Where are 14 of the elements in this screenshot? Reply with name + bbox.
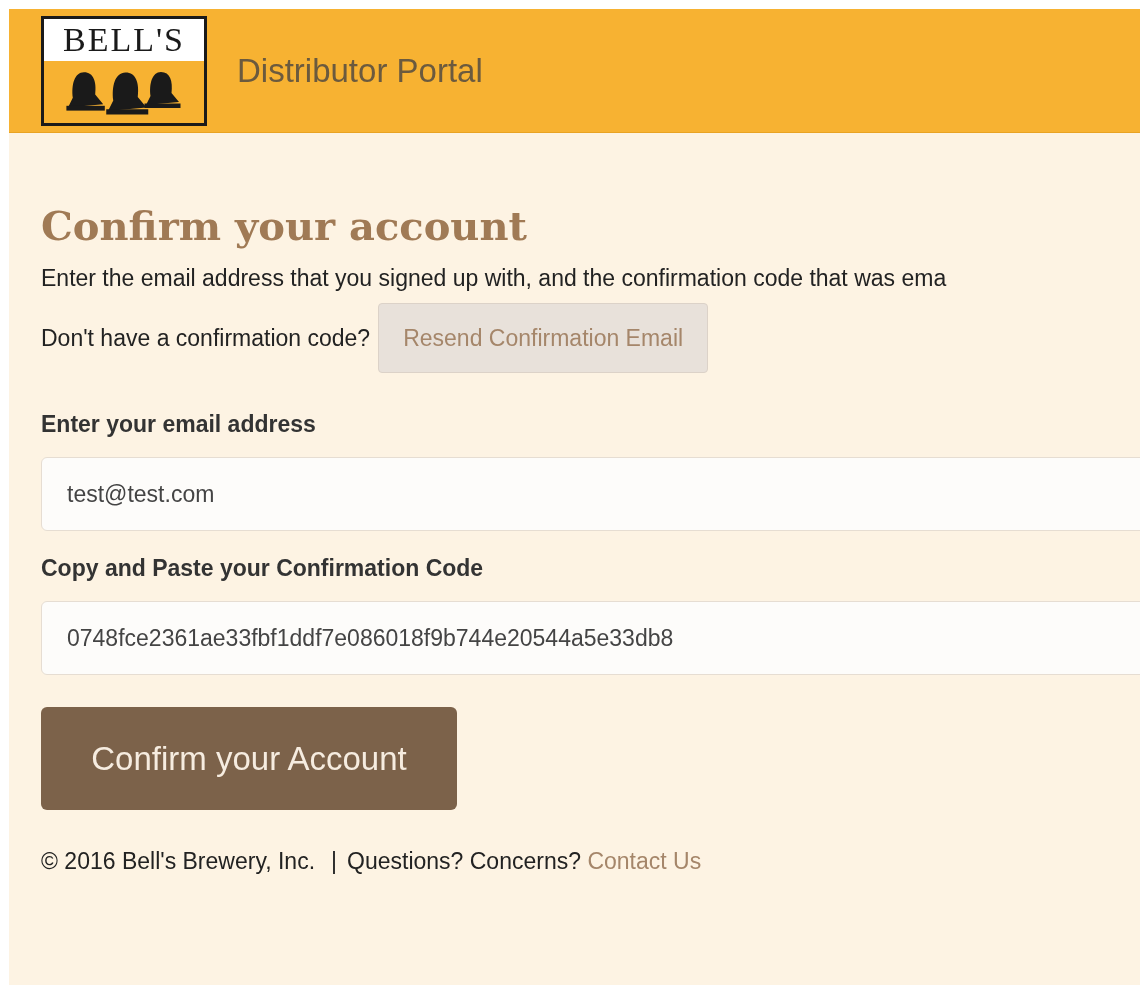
input-field[interactable]: 0748fce2361ae33fbf1ddf7e086018f9b744e20544a5e33db8 [41,601,1140,675]
portal-title: Distributor Portal [237,50,483,91]
resend-prompt: Don't have a confirmation code? [41,323,371,353]
logo-text: BELL'S [63,22,185,57]
contact-text: Questions? Concerns? Contact Us [347,847,702,876]
field-label: Enter your email address [41,410,317,439]
intro-text: Enter the email address that you signed up with, and the confirmation code that was ema [41,264,948,293]
logo[interactable]: BELL'S [41,15,207,126]
separator: | [331,847,337,876]
input-field[interactable]: test@test.com [41,457,1140,531]
copyright-text: © 2016 Bell's Brewery, Inc. [41,847,316,876]
page-heading: Confirm your account [41,201,528,251]
confirm-button[interactable]: Confirm your Account [41,707,457,810]
field-label: Copy and Paste your Confirmation Code [41,554,485,583]
